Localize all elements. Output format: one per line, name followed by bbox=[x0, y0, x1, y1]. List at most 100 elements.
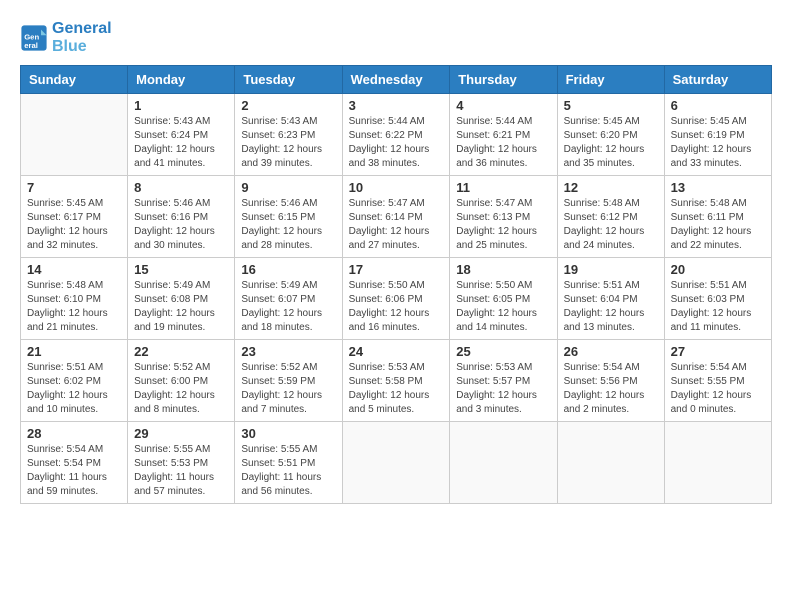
day-info: Sunrise: 5:54 AM Sunset: 5:56 PM Dayligh… bbox=[564, 361, 658, 417]
calendar-week-row: 21 Sunrise: 5:51 AM Sunset: 6:02 PM Dayl… bbox=[21, 340, 772, 422]
calendar-cell: 13 Sunrise: 5:48 AM Sunset: 6:11 PM Dayl… bbox=[664, 176, 771, 258]
calendar-cell: 11 Sunrise: 5:47 AM Sunset: 6:13 PM Dayl… bbox=[450, 176, 557, 258]
calendar-cell: 27 Sunrise: 5:54 AM Sunset: 5:55 PM Dayl… bbox=[664, 340, 771, 422]
calendar-week-row: 1 Sunrise: 5:43 AM Sunset: 6:24 PM Dayli… bbox=[21, 94, 772, 176]
calendar-cell: 26 Sunrise: 5:54 AM Sunset: 5:56 PM Dayl… bbox=[557, 340, 664, 422]
day-number: 10 bbox=[349, 180, 444, 195]
day-info: Sunrise: 5:52 AM Sunset: 5:59 PM Dayligh… bbox=[241, 361, 335, 417]
day-number: 5 bbox=[564, 98, 658, 113]
calendar-cell: 15 Sunrise: 5:49 AM Sunset: 6:08 PM Dayl… bbox=[128, 258, 235, 340]
calendar-cell: 16 Sunrise: 5:49 AM Sunset: 6:07 PM Dayl… bbox=[235, 258, 342, 340]
day-info: Sunrise: 5:45 AM Sunset: 6:17 PM Dayligh… bbox=[27, 197, 121, 253]
calendar-cell bbox=[557, 422, 664, 504]
day-number: 18 bbox=[456, 262, 550, 277]
day-number: 23 bbox=[241, 344, 335, 359]
calendar-cell: 22 Sunrise: 5:52 AM Sunset: 6:00 PM Dayl… bbox=[128, 340, 235, 422]
calendar-cell: 17 Sunrise: 5:50 AM Sunset: 6:06 PM Dayl… bbox=[342, 258, 450, 340]
day-info: Sunrise: 5:51 AM Sunset: 6:04 PM Dayligh… bbox=[564, 279, 658, 335]
day-number: 21 bbox=[27, 344, 121, 359]
logo-icon: Gen eral bbox=[20, 24, 48, 52]
calendar-cell bbox=[342, 422, 450, 504]
calendar-cell: 23 Sunrise: 5:52 AM Sunset: 5:59 PM Dayl… bbox=[235, 340, 342, 422]
day-info: Sunrise: 5:50 AM Sunset: 6:05 PM Dayligh… bbox=[456, 279, 550, 335]
day-number: 6 bbox=[671, 98, 765, 113]
day-info: Sunrise: 5:46 AM Sunset: 6:15 PM Dayligh… bbox=[241, 197, 335, 253]
day-number: 2 bbox=[241, 98, 335, 113]
day-info: Sunrise: 5:54 AM Sunset: 5:54 PM Dayligh… bbox=[27, 443, 121, 499]
calendar-cell: 4 Sunrise: 5:44 AM Sunset: 6:21 PM Dayli… bbox=[450, 94, 557, 176]
calendar-week-row: 14 Sunrise: 5:48 AM Sunset: 6:10 PM Dayl… bbox=[21, 258, 772, 340]
calendar-cell: 18 Sunrise: 5:50 AM Sunset: 6:05 PM Dayl… bbox=[450, 258, 557, 340]
calendar-cell: 9 Sunrise: 5:46 AM Sunset: 6:15 PM Dayli… bbox=[235, 176, 342, 258]
calendar-cell: 21 Sunrise: 5:51 AM Sunset: 6:02 PM Dayl… bbox=[21, 340, 128, 422]
day-info: Sunrise: 5:49 AM Sunset: 6:07 PM Dayligh… bbox=[241, 279, 335, 335]
day-number: 1 bbox=[134, 98, 228, 113]
calendar-cell: 19 Sunrise: 5:51 AM Sunset: 6:04 PM Dayl… bbox=[557, 258, 664, 340]
day-number: 7 bbox=[27, 180, 121, 195]
weekday-header-saturday: Saturday bbox=[664, 66, 771, 94]
day-info: Sunrise: 5:48 AM Sunset: 6:11 PM Dayligh… bbox=[671, 197, 765, 253]
weekday-header-tuesday: Tuesday bbox=[235, 66, 342, 94]
day-number: 11 bbox=[456, 180, 550, 195]
calendar-cell: 12 Sunrise: 5:48 AM Sunset: 6:12 PM Dayl… bbox=[557, 176, 664, 258]
day-number: 14 bbox=[27, 262, 121, 277]
calendar-cell: 30 Sunrise: 5:55 AM Sunset: 5:51 PM Dayl… bbox=[235, 422, 342, 504]
calendar-cell: 24 Sunrise: 5:53 AM Sunset: 5:58 PM Dayl… bbox=[342, 340, 450, 422]
day-number: 13 bbox=[671, 180, 765, 195]
day-number: 29 bbox=[134, 426, 228, 441]
weekday-header-thursday: Thursday bbox=[450, 66, 557, 94]
calendar-cell: 7 Sunrise: 5:45 AM Sunset: 6:17 PM Dayli… bbox=[21, 176, 128, 258]
day-number: 17 bbox=[349, 262, 444, 277]
day-number: 12 bbox=[564, 180, 658, 195]
day-number: 27 bbox=[671, 344, 765, 359]
day-number: 26 bbox=[564, 344, 658, 359]
weekday-header-sunday: Sunday bbox=[21, 66, 128, 94]
day-info: Sunrise: 5:50 AM Sunset: 6:06 PM Dayligh… bbox=[349, 279, 444, 335]
day-info: Sunrise: 5:53 AM Sunset: 5:58 PM Dayligh… bbox=[349, 361, 444, 417]
calendar-cell: 14 Sunrise: 5:48 AM Sunset: 6:10 PM Dayl… bbox=[21, 258, 128, 340]
day-info: Sunrise: 5:48 AM Sunset: 6:12 PM Dayligh… bbox=[564, 197, 658, 253]
day-number: 16 bbox=[241, 262, 335, 277]
day-number: 30 bbox=[241, 426, 335, 441]
weekday-header-wednesday: Wednesday bbox=[342, 66, 450, 94]
calendar-week-row: 28 Sunrise: 5:54 AM Sunset: 5:54 PM Dayl… bbox=[21, 422, 772, 504]
calendar-cell: 8 Sunrise: 5:46 AM Sunset: 6:16 PM Dayli… bbox=[128, 176, 235, 258]
calendar-cell: 20 Sunrise: 5:51 AM Sunset: 6:03 PM Dayl… bbox=[664, 258, 771, 340]
calendar-table: SundayMondayTuesdayWednesdayThursdayFrid… bbox=[20, 65, 772, 504]
calendar-cell: 2 Sunrise: 5:43 AM Sunset: 6:23 PM Dayli… bbox=[235, 94, 342, 176]
day-number: 19 bbox=[564, 262, 658, 277]
calendar-cell: 5 Sunrise: 5:45 AM Sunset: 6:20 PM Dayli… bbox=[557, 94, 664, 176]
day-number: 15 bbox=[134, 262, 228, 277]
day-info: Sunrise: 5:43 AM Sunset: 6:24 PM Dayligh… bbox=[134, 115, 228, 171]
calendar-cell bbox=[21, 94, 128, 176]
day-info: Sunrise: 5:49 AM Sunset: 6:08 PM Dayligh… bbox=[134, 279, 228, 335]
weekday-header-monday: Monday bbox=[128, 66, 235, 94]
calendar-cell: 10 Sunrise: 5:47 AM Sunset: 6:14 PM Dayl… bbox=[342, 176, 450, 258]
day-info: Sunrise: 5:55 AM Sunset: 5:51 PM Dayligh… bbox=[241, 443, 335, 499]
calendar-cell: 6 Sunrise: 5:45 AM Sunset: 6:19 PM Dayli… bbox=[664, 94, 771, 176]
day-number: 9 bbox=[241, 180, 335, 195]
calendar-cell: 1 Sunrise: 5:43 AM Sunset: 6:24 PM Dayli… bbox=[128, 94, 235, 176]
day-number: 28 bbox=[27, 426, 121, 441]
calendar-cell bbox=[450, 422, 557, 504]
day-number: 20 bbox=[671, 262, 765, 277]
logo: Gen eral General Blue bbox=[20, 20, 112, 55]
day-info: Sunrise: 5:46 AM Sunset: 6:16 PM Dayligh… bbox=[134, 197, 228, 253]
day-info: Sunrise: 5:53 AM Sunset: 5:57 PM Dayligh… bbox=[456, 361, 550, 417]
page-header: Gen eral General Blue bbox=[20, 20, 772, 55]
logo-text: General Blue bbox=[52, 20, 112, 55]
day-number: 3 bbox=[349, 98, 444, 113]
day-number: 25 bbox=[456, 344, 550, 359]
calendar-cell bbox=[664, 422, 771, 504]
weekday-header-friday: Friday bbox=[557, 66, 664, 94]
day-info: Sunrise: 5:45 AM Sunset: 6:20 PM Dayligh… bbox=[564, 115, 658, 171]
svg-text:eral: eral bbox=[24, 40, 38, 49]
day-info: Sunrise: 5:43 AM Sunset: 6:23 PM Dayligh… bbox=[241, 115, 335, 171]
calendar-header-row: SundayMondayTuesdayWednesdayThursdayFrid… bbox=[21, 66, 772, 94]
day-info: Sunrise: 5:44 AM Sunset: 6:22 PM Dayligh… bbox=[349, 115, 444, 171]
day-info: Sunrise: 5:54 AM Sunset: 5:55 PM Dayligh… bbox=[671, 361, 765, 417]
day-info: Sunrise: 5:48 AM Sunset: 6:10 PM Dayligh… bbox=[27, 279, 121, 335]
day-number: 22 bbox=[134, 344, 228, 359]
calendar-cell: 29 Sunrise: 5:55 AM Sunset: 5:53 PM Dayl… bbox=[128, 422, 235, 504]
calendar-week-row: 7 Sunrise: 5:45 AM Sunset: 6:17 PM Dayli… bbox=[21, 176, 772, 258]
